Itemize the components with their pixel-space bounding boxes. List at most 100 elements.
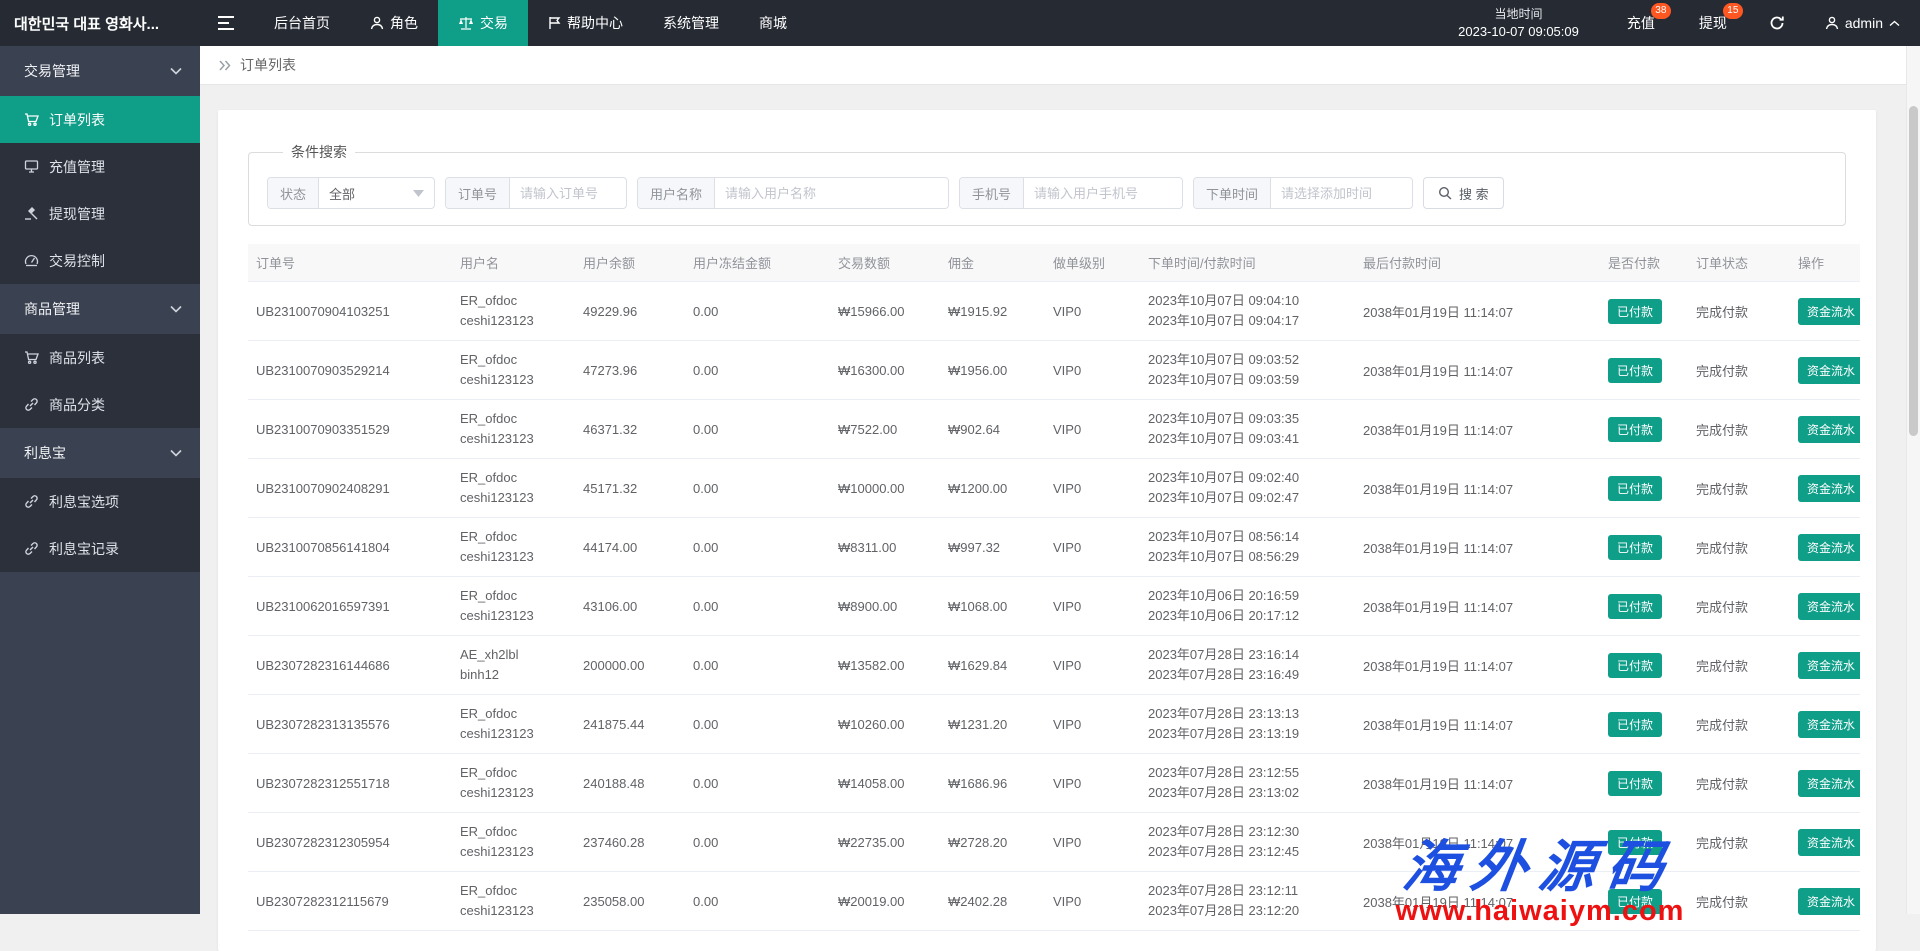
- table-row: UB2310070856141804 ER_ofdoc ceshi123123 …: [248, 518, 1860, 577]
- fund-flow-button[interactable]: 资金流水: [1798, 357, 1860, 384]
- col-order-time: 下单时间/付款时间: [1140, 244, 1355, 282]
- sidebar-item-goods-category[interactable]: 商品分类: [0, 381, 200, 428]
- cell-username: ER_ofdoc ceshi123123: [452, 813, 575, 872]
- nav-trade[interactable]: 交易: [438, 0, 528, 46]
- sidebar-item-order-list[interactable]: 订单列表: [0, 96, 200, 143]
- table-row: UB2307282312115679 ER_ofdoc ceshi123123 …: [248, 872, 1860, 931]
- scrollbar-thumb[interactable]: [1909, 106, 1918, 436]
- col-frozen: 用户冻结金额: [685, 244, 830, 282]
- sidebar-item-lixibao-records[interactable]: 利息宝记录: [0, 525, 200, 572]
- search-button[interactable]: 搜 索: [1423, 177, 1504, 209]
- cell-paid: 已付款: [1600, 459, 1688, 518]
- cell-paid: 已付款: [1600, 577, 1688, 636]
- refresh-button[interactable]: [1749, 0, 1805, 46]
- col-level: 做单级别: [1045, 244, 1140, 282]
- cell-status: 完成付款: [1688, 754, 1790, 813]
- order-no-label: 订单号: [446, 178, 510, 208]
- paid-badge: 已付款: [1608, 712, 1662, 737]
- paid-badge: 已付款: [1608, 594, 1662, 619]
- cell-level: VIP0: [1045, 636, 1140, 695]
- cell-actions: 资金流水: [1790, 577, 1860, 636]
- fund-flow-button[interactable]: 资金流水: [1798, 652, 1860, 679]
- cell-amount: ₩16300.00: [830, 341, 940, 400]
- order-time-input[interactable]: [1271, 178, 1403, 208]
- cell-commission: ₩2728.20: [940, 813, 1045, 872]
- sidebar-toggle-button[interactable]: [200, 0, 254, 46]
- fund-flow-button[interactable]: 资金流水: [1798, 770, 1860, 797]
- nav-system[interactable]: 系统管理: [643, 0, 739, 46]
- cell-frozen: 0.00: [685, 577, 830, 636]
- sidebar-item-recharge-mgmt[interactable]: 充值管理: [0, 143, 200, 190]
- withdraw-button[interactable]: 提现 15: [1677, 0, 1749, 46]
- sidebar-item-trade-control[interactable]: 交易控制: [0, 237, 200, 284]
- nav-roles[interactable]: 角色: [350, 0, 438, 46]
- sidebar-group-lixibao[interactable]: 利息宝: [0, 428, 200, 478]
- cell-order-no: UB2310062016597391: [248, 577, 452, 636]
- table-header-row: 订单号 用户名 用户余额 用户冻结金额 交易数额 佣金 做单级别 下单时间/付款…: [248, 244, 1860, 282]
- cell-frozen: 0.00: [685, 813, 830, 872]
- cell-amount: ₩15966.00: [830, 282, 940, 341]
- cell-actions: 资金流水: [1790, 282, 1860, 341]
- cell-level: VIP0: [1045, 518, 1140, 577]
- username-group: 用户名称: [637, 177, 949, 209]
- table-row: UB2307282316144686 AE_xh2lbl binh12 2000…: [248, 636, 1860, 695]
- cell-last-pay-time: 2038年01月19日 11:14:07: [1355, 577, 1600, 636]
- user-menu[interactable]: admin: [1805, 0, 1920, 46]
- fund-flow-button[interactable]: 资金流水: [1798, 534, 1860, 561]
- user-name: admin: [1845, 15, 1883, 31]
- cell-commission: ₩902.64: [940, 400, 1045, 459]
- cell-balance: 235058.00: [575, 872, 685, 931]
- username-label: 用户名称: [638, 178, 715, 208]
- chevron-down-icon: [170, 305, 182, 313]
- cell-last-pay-time: 2038年01月19日 11:14:07: [1355, 400, 1600, 459]
- cell-last-pay-time: 2038年01月19日 11:14:07: [1355, 459, 1600, 518]
- cell-username: ER_ofdoc ceshi123123: [452, 282, 575, 341]
- phone-input[interactable]: [1024, 178, 1174, 208]
- table-row: UB2310070903529214 ER_ofdoc ceshi123123 …: [248, 341, 1860, 400]
- fund-flow-button[interactable]: 资金流水: [1798, 888, 1860, 915]
- recharge-button[interactable]: 充值 38: [1605, 0, 1677, 46]
- col-status: 订单状态: [1688, 244, 1790, 282]
- order-no-input[interactable]: [510, 178, 620, 208]
- cell-status: 完成付款: [1688, 577, 1790, 636]
- nav-help[interactable]: 帮助中心: [528, 0, 643, 46]
- gauge-icon: [24, 253, 39, 268]
- caret-up-icon: [1889, 20, 1900, 27]
- sidebar-item-withdraw-mgmt[interactable]: 提现管理: [0, 190, 200, 237]
- status-select[interactable]: 全部: [319, 178, 434, 208]
- orders-table: 订单号 用户名 用户余额 用户冻结金额 交易数额 佣金 做单级别 下单时间/付款…: [248, 244, 1860, 931]
- search-panel-title: 条件搜索: [283, 142, 355, 162]
- vertical-scrollbar[interactable]: [1906, 46, 1920, 914]
- cell-level: VIP0: [1045, 400, 1140, 459]
- search-icon: [1438, 186, 1452, 200]
- fund-flow-button[interactable]: 资金流水: [1798, 711, 1860, 738]
- refresh-icon: [1769, 15, 1785, 31]
- cell-actions: 资金流水: [1790, 636, 1860, 695]
- breadcrumb-current: 订单列表: [240, 55, 296, 75]
- sidebar-group-goods[interactable]: 商品管理: [0, 284, 200, 334]
- fund-flow-button[interactable]: 资金流水: [1798, 829, 1860, 856]
- cell-username: ER_ofdoc ceshi123123: [452, 754, 575, 813]
- chevron-down-icon: [413, 190, 424, 197]
- fund-flow-button[interactable]: 资金流水: [1798, 475, 1860, 502]
- cell-username: ER_ofdoc ceshi123123: [452, 459, 575, 518]
- username-input[interactable]: [715, 178, 940, 208]
- fund-flow-button[interactable]: 资金流水: [1798, 298, 1860, 325]
- phone-group: 手机号: [959, 177, 1183, 209]
- fund-flow-button[interactable]: 资金流水: [1798, 593, 1860, 620]
- sidebar-group-trade[interactable]: 交易管理: [0, 46, 200, 96]
- nav-mall[interactable]: 商城: [739, 0, 807, 46]
- sidebar-item-goods-list[interactable]: 商品列表: [0, 334, 200, 381]
- nav-dashboard[interactable]: 后台首页: [254, 0, 350, 46]
- cell-paid: 已付款: [1600, 872, 1688, 931]
- cell-balance: 237460.28: [575, 813, 685, 872]
- fund-flow-button[interactable]: 资金流水: [1798, 416, 1860, 443]
- cell-status: 完成付款: [1688, 636, 1790, 695]
- cell-balance: 49229.96: [575, 282, 685, 341]
- sidebar-item-lixibao-options[interactable]: 利息宝选项: [0, 478, 200, 525]
- cell-frozen: 0.00: [685, 400, 830, 459]
- link-icon: [24, 494, 39, 509]
- cell-order-no: UB2307282313135576: [248, 695, 452, 754]
- cell-status: 完成付款: [1688, 872, 1790, 931]
- cell-level: VIP0: [1045, 754, 1140, 813]
